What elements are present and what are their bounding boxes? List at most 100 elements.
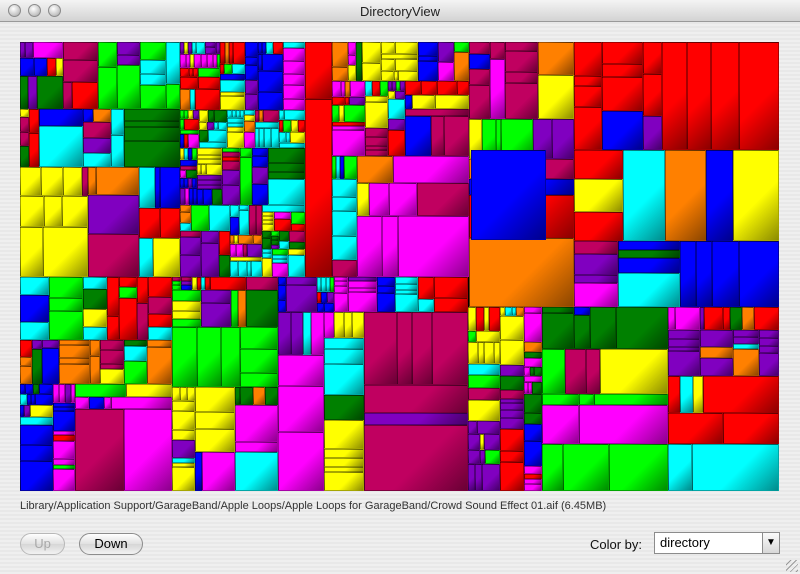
treemap-cell[interactable]	[668, 330, 700, 339]
treemap-cell[interactable]	[490, 42, 505, 59]
treemap-cell[interactable]	[222, 161, 240, 170]
treemap-cell[interactable]	[96, 167, 139, 195]
treemap-cell[interactable]	[245, 80, 258, 94]
treemap-cell[interactable]	[332, 197, 357, 211]
treemap-cell[interactable]	[20, 146, 29, 167]
treemap-cell[interactable]	[574, 150, 623, 179]
treemap-cell[interactable]	[693, 376, 703, 413]
treemap-cell[interactable]	[291, 224, 305, 231]
treemap-cell[interactable]	[327, 292, 334, 303]
treemap-cell[interactable]	[184, 119, 199, 130]
treemap-cell[interactable]	[484, 342, 494, 364]
treemap-cell[interactable]	[730, 307, 742, 330]
treemap-cell[interactable]	[246, 277, 278, 290]
treemap-cell[interactable]	[148, 314, 172, 327]
treemap-cell[interactable]	[25, 384, 33, 394]
treemap-cell[interactable]	[332, 260, 357, 277]
treemap-cell[interactable]	[324, 395, 364, 420]
treemap-cell[interactable]	[199, 122, 207, 130]
treemap-cell[interactable]	[489, 307, 500, 331]
treemap-cell[interactable]	[586, 349, 600, 394]
color-by-select[interactable]: directory ▼	[654, 532, 780, 554]
treemap-cell[interactable]	[344, 312, 352, 338]
treemap-cell[interactable]	[332, 42, 348, 67]
treemap-cell[interactable]	[754, 307, 779, 330]
treemap-cell[interactable]	[475, 464, 482, 491]
treemap-cell[interactable]	[505, 72, 538, 83]
treemap-cell[interactable]	[418, 299, 434, 312]
treemap-cell[interactable]	[124, 346, 147, 361]
treemap-cell[interactable]	[220, 80, 245, 92]
treemap-cell[interactable]	[111, 109, 124, 135]
treemap-cell[interactable]	[278, 300, 286, 312]
treemap-cell[interactable]	[262, 231, 271, 238]
treemap-cell[interactable]	[195, 89, 220, 110]
treemap-cell[interactable]	[759, 346, 779, 353]
treemap-cell[interactable]	[733, 330, 759, 337]
treemap-cell[interactable]	[505, 42, 538, 51]
treemap-cell[interactable]	[214, 110, 227, 122]
treemap-cell[interactable]	[20, 277, 49, 295]
treemap-cell[interactable]	[405, 109, 469, 116]
treemap-cell[interactable]	[283, 99, 305, 110]
treemap-cell[interactable]	[196, 42, 205, 54]
treemap-cell[interactable]	[188, 134, 199, 148]
treemap-cell[interactable]	[469, 42, 490, 54]
treemap-cell[interactable]	[140, 60, 166, 74]
down-button[interactable]: Down	[79, 533, 143, 555]
treemap-cell[interactable]	[398, 71, 418, 81]
treemap-cell[interactable]	[418, 277, 434, 299]
treemap-cell[interactable]	[524, 484, 542, 491]
treemap-cell[interactable]	[468, 421, 477, 434]
treemap-cell[interactable]	[723, 413, 779, 444]
treemap-cell[interactable]	[264, 128, 271, 148]
treemap-cell[interactable]	[119, 277, 137, 287]
treemap-cell[interactable]	[388, 99, 405, 119]
treemap-cell[interactable]	[20, 425, 53, 445]
treemap-cell[interactable]	[75, 397, 89, 409]
treemap-cell[interactable]	[172, 467, 195, 491]
treemap-cell[interactable]	[41, 167, 63, 196]
treemap-cell[interactable]	[238, 290, 246, 327]
treemap-cell[interactable]	[357, 156, 393, 183]
treemap-cell[interactable]	[140, 85, 166, 109]
treemap-cell[interactable]	[62, 196, 88, 227]
treemap-cell[interactable]	[180, 89, 190, 110]
treemap-cell[interactable]	[89, 397, 104, 409]
treemap-cell[interactable]	[618, 273, 680, 307]
treemap-cell[interactable]	[201, 243, 219, 277]
treemap-cell[interactable]	[160, 167, 180, 208]
treemap-cell[interactable]	[172, 301, 201, 311]
treemap-cell[interactable]	[49, 311, 83, 340]
treemap-cell[interactable]	[289, 231, 305, 242]
treemap-cell[interactable]	[252, 167, 268, 184]
treemap-cell[interactable]	[680, 376, 693, 413]
treemap-cell[interactable]	[262, 224, 274, 231]
treemap-cell[interactable]	[284, 110, 305, 120]
treemap-cell[interactable]	[172, 311, 201, 319]
treemap-cell[interactable]	[279, 132, 286, 143]
treemap-cell[interactable]	[83, 153, 111, 167]
treemap-cell[interactable]	[166, 84, 180, 109]
treemap-cell[interactable]	[574, 212, 623, 241]
treemap-cell[interactable]	[245, 57, 258, 65]
treemap-cell[interactable]	[380, 81, 388, 96]
treemap-cell[interactable]	[172, 411, 195, 430]
treemap-cell[interactable]	[421, 81, 437, 95]
treemap-cell[interactable]	[153, 238, 180, 277]
treemap-cell[interactable]	[289, 242, 305, 249]
treemap-cell[interactable]	[44, 196, 62, 227]
treemap-cell[interactable]	[240, 373, 278, 387]
treemap-cell[interactable]	[197, 148, 222, 155]
treemap-cell[interactable]	[324, 303, 334, 312]
treemap-cell[interactable]	[247, 244, 262, 257]
treemap-cell[interactable]	[435, 95, 469, 109]
treemap-cell[interactable]	[198, 77, 220, 89]
treemap-cell[interactable]	[388, 130, 405, 156]
treemap-cell[interactable]	[233, 42, 245, 64]
treemap-cell[interactable]	[471, 150, 546, 240]
treemap-cell[interactable]	[219, 255, 230, 277]
treemap-cell[interactable]	[643, 116, 662, 150]
treemap-cell[interactable]	[418, 61, 438, 81]
directory-treemap[interactable]	[20, 42, 779, 491]
